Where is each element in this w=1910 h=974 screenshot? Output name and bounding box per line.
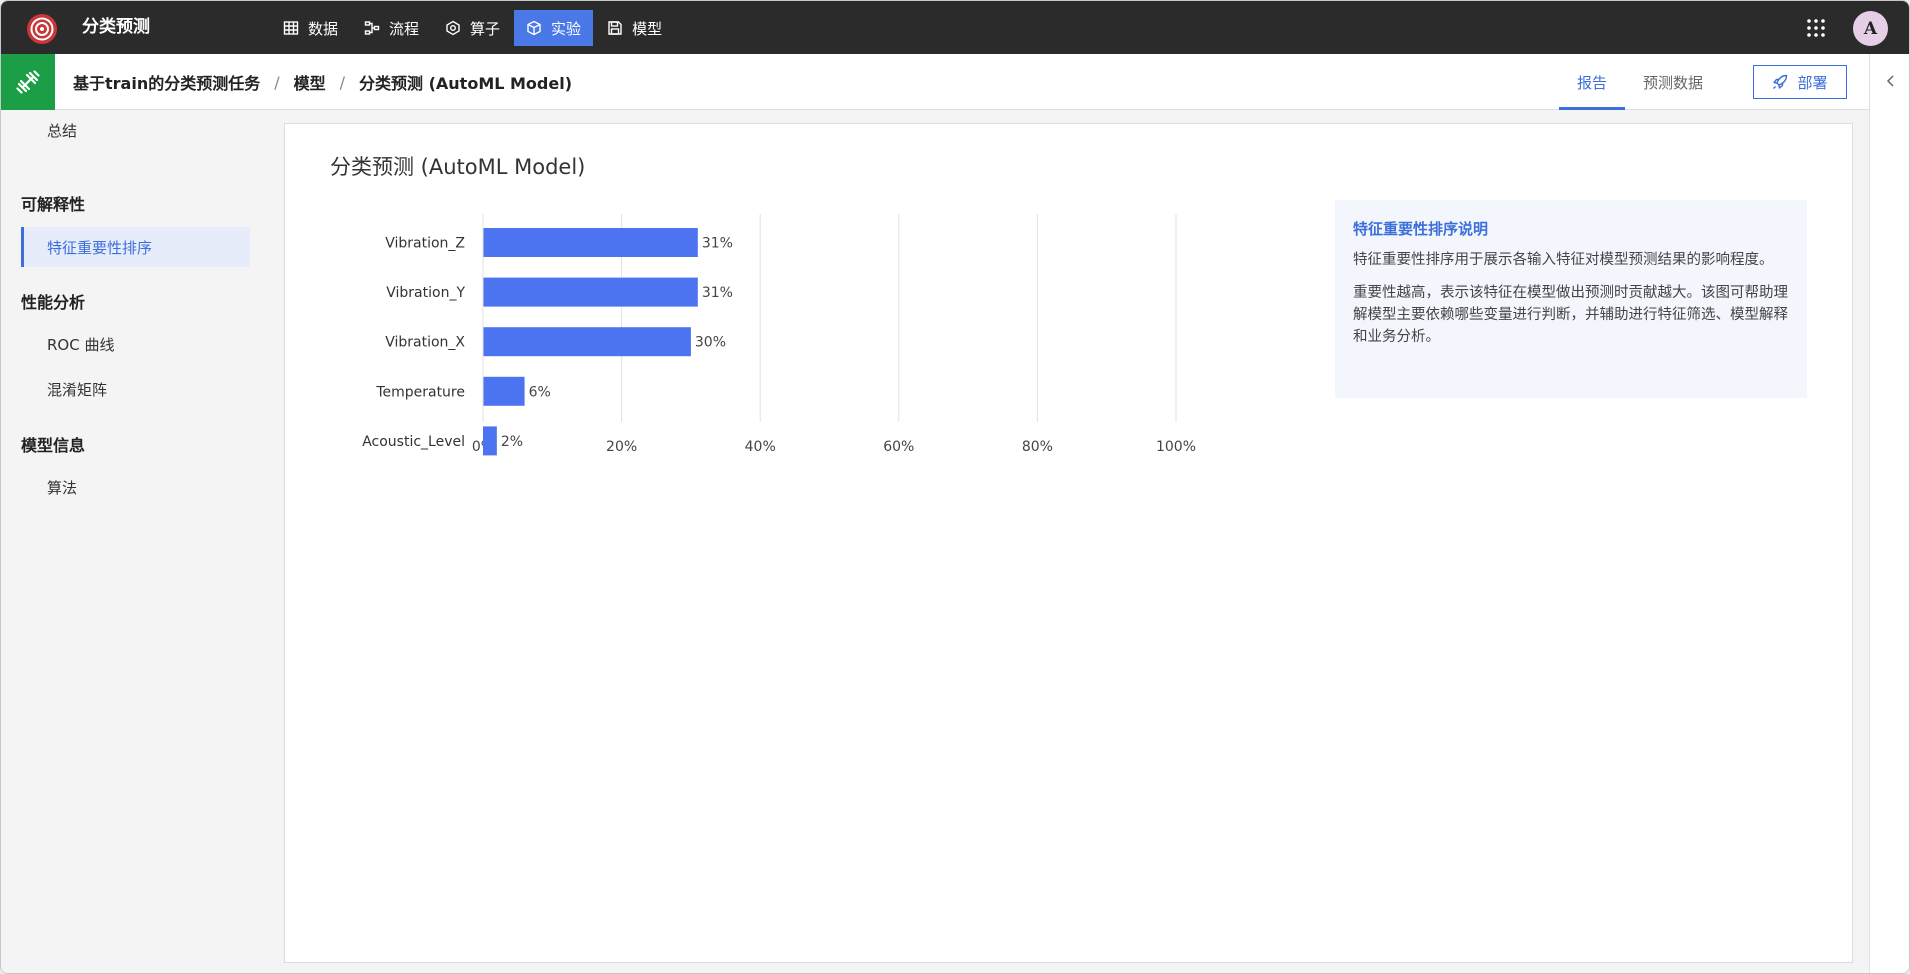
info-box: 特征重要性排序说明 特征重要性排序用于展示各输入特征对模型预测结果的影响程度。 … [1335,200,1807,398]
report-card: 分类预测 (AutoML Model) 0%20%40%60%80%100%Vi… [284,123,1853,963]
table-icon [283,21,299,35]
card-title: 分类预测 (AutoML Model) [330,155,586,179]
bar [483,426,497,456]
operator-icon [446,20,460,36]
rocket-icon [1773,74,1788,89]
sidebar-item-confusion-matrix[interactable]: 混淆矩阵 [21,369,250,409]
sidebar-group-explainability: 可解释性 [21,195,86,214]
save-icon [608,21,622,35]
sidebar-item-label: ROC 曲线 [47,335,115,354]
x-tick-label: 20% [606,439,637,455]
y-category-label: Temperature [375,384,465,400]
model-badge [1,54,55,110]
deploy-label: 部署 [1797,73,1828,92]
bar-value-label: 6% [529,384,551,400]
sidebar-group-model-info: 模型信息 [21,436,86,455]
user-avatar[interactable]: A [1853,11,1888,46]
breadcrumb-current: 分类预测 (AutoML Model) [359,74,573,93]
logo-icon [27,14,57,44]
top-bar: 分类预测 数据 流程 算子 实验 模型 A [1,1,1909,54]
nav-flow-label: 流程 [389,19,420,38]
bar-value-label: 2% [501,434,523,450]
y-category-label: Vibration_X [385,335,465,351]
bar [483,277,698,307]
breadcrumb-task[interactable]: 基于train的分类预测任务 [73,70,260,94]
nav-data-label: 数据 [308,19,339,38]
bar [483,376,525,406]
report-sidebar: 总结 可解释性 特征重要性排序 性能分析 ROC 曲线 混淆矩阵 模型信息 算法 [1,110,271,973]
bar-value-label: 31% [702,236,733,252]
sidebar-item-label: 混淆矩阵 [47,380,108,399]
sidebar-item-algorithm[interactable]: 算法 [21,467,250,507]
nav-operator[interactable]: 算子 [433,10,512,46]
breadcrumb: 基于train的分类预测任务 / 模型 / 分类预测 (AutoML Model… [73,54,572,110]
nav-model[interactable]: 模型 [595,10,674,46]
sidebar-item-summary[interactable]: 总结 [21,110,250,150]
x-tick-label: 40% [745,439,776,455]
sidebar-item-feature-importance[interactable]: 特征重要性排序 [21,227,250,267]
info-paragraph-2: 重要性越高，表示该特征在模型做出预测时贡献越大。该图可帮助理解模型主要依赖哪些变… [1353,285,1788,345]
view-tabs: 报告 预测数据 [1559,54,1721,110]
y-category-label: Vibration_Y [386,285,465,301]
x-tick-label: 60% [883,439,914,455]
sub-header: 基于train的分类预测任务 / 模型 / 分类预测 (AutoML Model… [1,54,1869,110]
feature-importance-chart: 0%20%40%60%80%100%Vibration_Z31%Vibratio… [362,214,1196,456]
sidebar-item-label: 算法 [47,478,78,497]
sidebar-item-roc[interactable]: ROC 曲线 [21,324,250,364]
flow-icon [364,21,380,35]
bar [483,228,698,257]
nav-model-label: 模型 [632,19,663,38]
nav-flow[interactable]: 流程 [352,10,431,46]
x-tick-label: 100% [1156,439,1196,455]
nav-data[interactable]: 数据 [271,10,350,46]
bar [483,327,691,357]
info-paragraph-1: 特征重要性排序用于展示各输入特征对模型预测结果的影响程度。 [1353,252,1774,268]
sidebar-group-performance: 性能分析 [21,293,86,312]
apps-grid-icon[interactable] [1806,18,1826,38]
tab-prediction-data[interactable]: 预测数据 [1625,54,1721,110]
dumbbell-icon [16,70,40,94]
sidebar-item-label: 特征重要性排序 [47,238,153,257]
breadcrumb-separator: / [339,72,346,92]
x-tick-label: 80% [1022,439,1053,455]
app-window: 分类预测 数据 流程 算子 实验 模型 A 基于train的分类预测任务 / 模… [0,0,1910,974]
nav-experiment[interactable]: 实验 [514,10,594,46]
y-category-label: Vibration_Z [385,236,465,252]
breadcrumb-separator: / [274,72,280,92]
nav-experiment-label: 实验 [551,19,582,38]
chevron-left-icon[interactable] [1884,74,1898,88]
app-title: 分类预测 [82,17,150,37]
info-title: 特征重要性排序说明 [1353,220,1489,238]
nav-operator-label: 算子 [470,19,501,38]
y-category-label: Acoustic_Level [362,434,465,450]
tab-report[interactable]: 报告 [1559,54,1626,110]
deploy-button[interactable]: 部署 [1753,65,1847,99]
breadcrumb-section[interactable]: 模型 [294,70,326,94]
sidebar-item-label: 总结 [47,121,78,140]
main-nav: 数据 流程 算子 实验 模型 [271,10,674,46]
right-collapse-rail [1869,54,1909,973]
bar-value-label: 30% [695,335,726,351]
bar-value-label: 31% [702,285,733,301]
cube-icon [527,20,541,36]
